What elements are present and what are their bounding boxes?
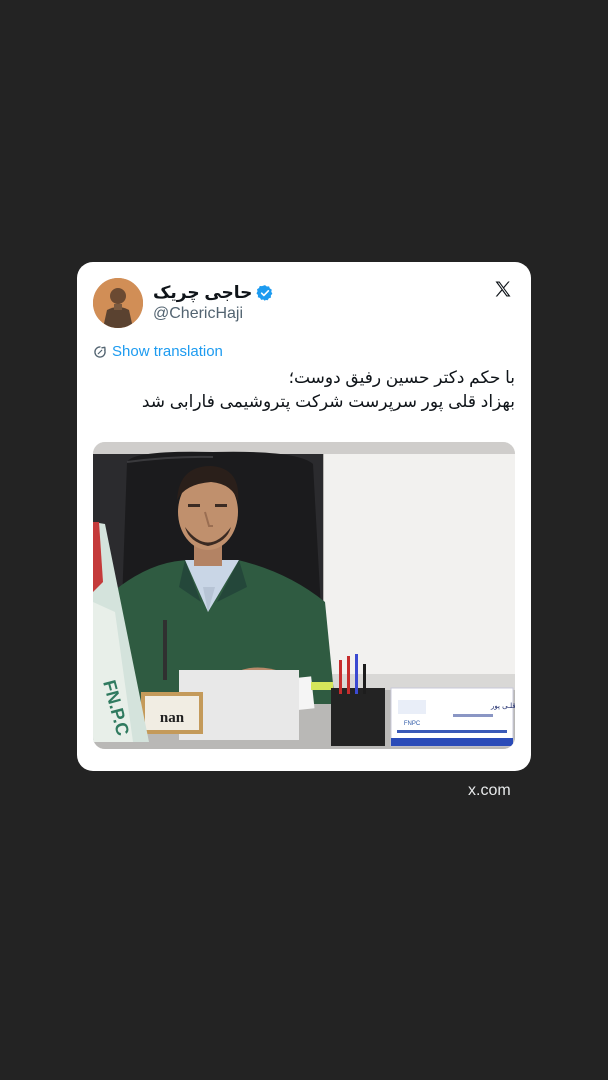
x-logo-icon[interactable]	[493, 279, 513, 299]
user-handle[interactable]: @ChericHaji	[153, 305, 243, 323]
nameplate-name: بهـزاد قلـی پور	[490, 702, 515, 710]
tweet-photo[interactable]: nan FN.P.C بهـزاد قلـی پور FNPC	[93, 442, 515, 749]
source-domain[interactable]: x.com	[468, 782, 511, 800]
avatar[interactable]	[93, 278, 143, 328]
tweet-card[interactable]: حاجی چریک @ChericHaji Show translation ب…	[77, 262, 531, 771]
show-translation-link[interactable]: Show translation	[93, 343, 223, 360]
display-name[interactable]: حاجی چریک	[153, 283, 252, 303]
tweet-text-line: با حکم دکتر حسین رفیق دوست؛	[288, 368, 515, 387]
translate-icon	[94, 345, 106, 358]
author-name-row: حاجی چریک	[153, 282, 274, 304]
verified-badge-icon	[256, 285, 273, 301]
show-translation-label[interactable]: Show translation	[112, 343, 223, 360]
desk-sign-text: nan	[160, 710, 185, 726]
tweet-text-line: بهزاد قلی پور سرپرست شرکت پتروشیمی فاراب…	[141, 392, 515, 411]
tweet-text: با حکم دکتر حسین رفیق دوست؛ بهزاد قلی پو…	[93, 366, 515, 414]
nameplate-logo-text: FNPC	[404, 721, 421, 727]
